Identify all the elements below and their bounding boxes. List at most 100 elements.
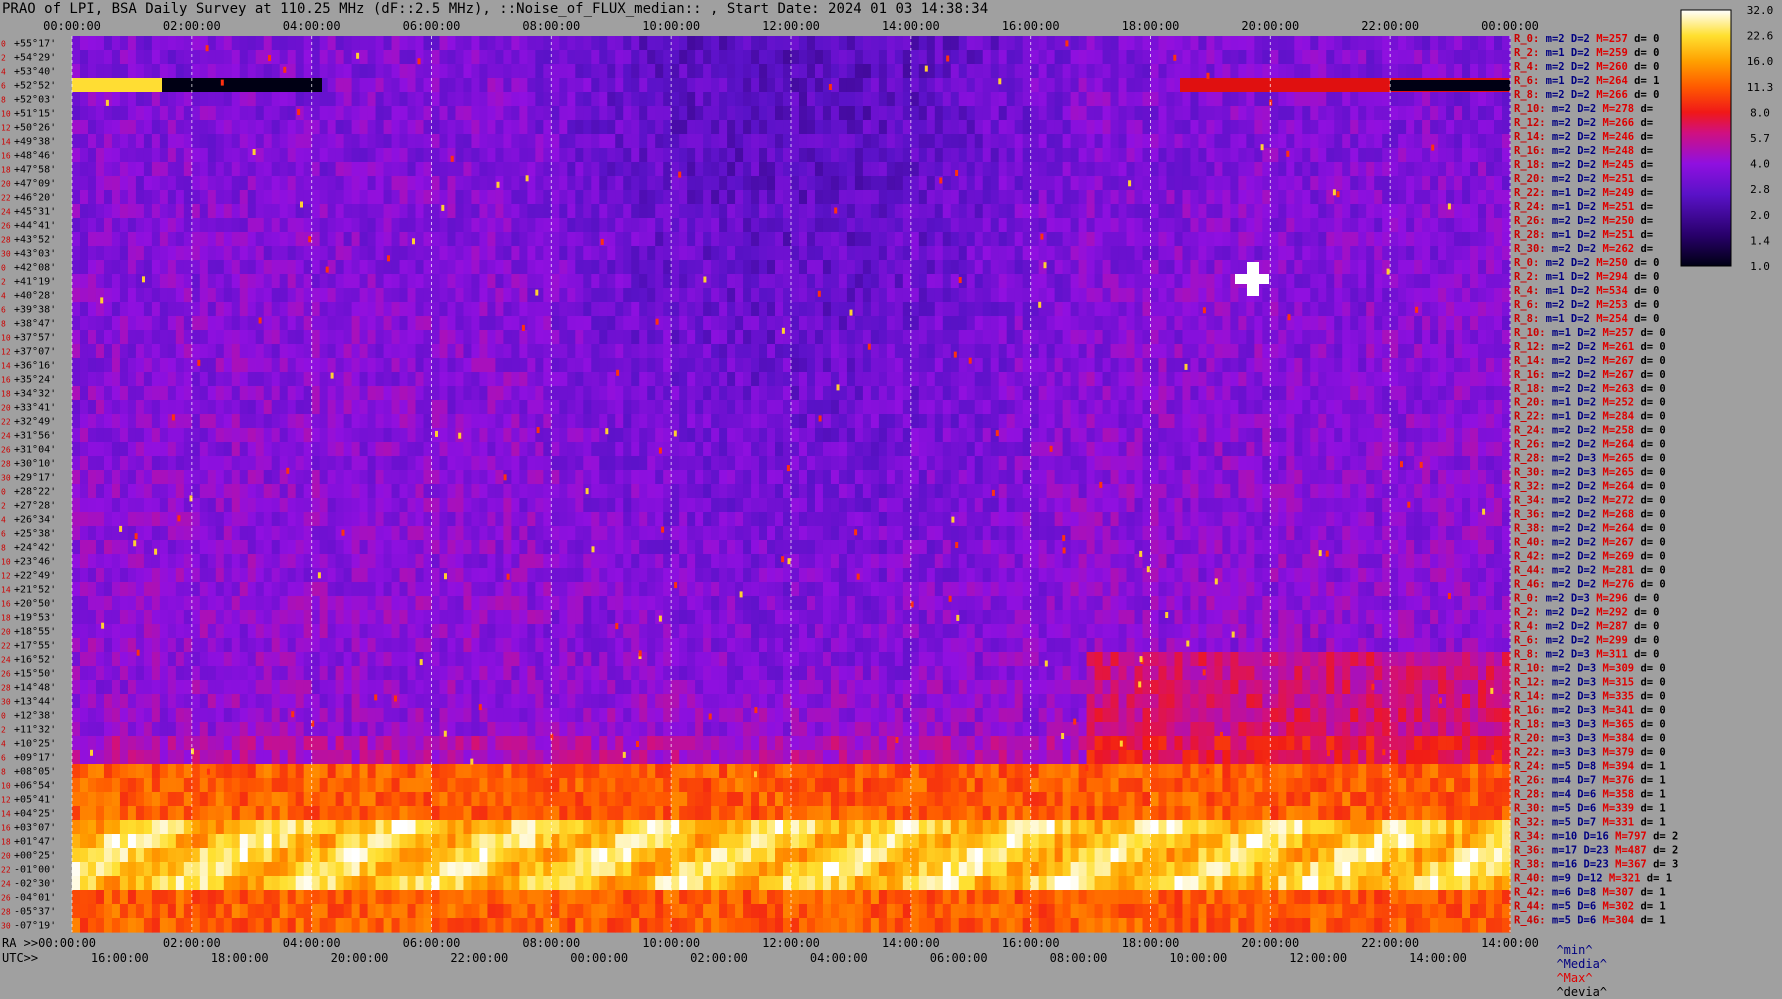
heatmap-cell xyxy=(1206,246,1216,261)
heatmap-cell xyxy=(151,330,161,345)
heatmap-cell xyxy=(1198,36,1208,51)
heatmap-cell xyxy=(1030,344,1040,359)
heatmap-cell xyxy=(151,274,161,289)
heatmap-cell xyxy=(1238,358,1247,373)
heatmap-cell xyxy=(311,330,321,345)
heatmap-cell xyxy=(263,414,273,429)
heatmap-cell xyxy=(351,106,361,121)
heatmap-cell xyxy=(1182,260,1192,275)
heatmap-cell xyxy=(351,120,361,135)
heatmap-cell xyxy=(1486,344,1495,359)
heatmap-cell xyxy=(926,358,936,373)
heatmap-cell xyxy=(671,386,680,401)
heatmap-cell xyxy=(830,316,840,331)
heatmap-cell xyxy=(998,274,1008,289)
heatmap-cell xyxy=(1286,190,1295,205)
heatmap-cell xyxy=(191,386,201,401)
heatmap-cell xyxy=(375,120,385,135)
heatmap-cell xyxy=(599,106,608,121)
heatmap-cell xyxy=(1150,400,1160,415)
heatmap-cell xyxy=(143,36,153,51)
heatmap-cell xyxy=(822,344,832,359)
heatmap-cell xyxy=(830,274,840,289)
heatmap-cell xyxy=(846,190,856,205)
heatmap-cell xyxy=(1222,120,1231,135)
heatmap-cell xyxy=(1382,232,1391,247)
heatmap-cell xyxy=(743,232,752,247)
heatmap-cell xyxy=(1102,372,1112,387)
heatmap-cell xyxy=(615,190,624,205)
heatmap-cell xyxy=(1406,190,1415,205)
heatmap-cell xyxy=(391,64,401,79)
heatmap-cell xyxy=(1206,120,1216,135)
heatmap-cell xyxy=(1214,316,1223,331)
heatmap-cell xyxy=(1262,134,1271,149)
heatmap-cell xyxy=(1142,92,1152,107)
heatmap-cell xyxy=(679,176,688,191)
heatmap-cell xyxy=(143,190,153,205)
heatmap-cell xyxy=(846,386,856,401)
heatmap-cell xyxy=(854,134,864,149)
heatmap-cell xyxy=(1374,190,1383,205)
heatmap-cell xyxy=(1406,120,1415,135)
heatmap-cell xyxy=(1382,92,1391,107)
heatmap-cell xyxy=(223,414,233,429)
heatmap-cell xyxy=(431,316,441,331)
heatmap-cell xyxy=(1134,162,1144,177)
heatmap-cell xyxy=(950,372,960,387)
heatmap-cell xyxy=(1390,260,1399,275)
heatmap-cell xyxy=(647,92,656,107)
heatmap-cell xyxy=(1150,330,1160,345)
heatmap-cell xyxy=(918,302,928,317)
heatmap-cell xyxy=(391,162,401,177)
heatmap-cell xyxy=(1374,330,1383,345)
heatmap-cell xyxy=(1134,260,1144,275)
heatmap-cell xyxy=(878,414,888,429)
heatmap-cell xyxy=(974,176,984,191)
heatmap-cell xyxy=(1318,260,1327,275)
heatmap-cell xyxy=(1118,162,1128,177)
heatmap-cell xyxy=(918,204,928,219)
heatmap-cell xyxy=(631,246,640,261)
heatmap-cell xyxy=(798,120,808,135)
heatmap-cell xyxy=(343,36,353,51)
heatmap-cell xyxy=(910,302,920,317)
heatmap-cell xyxy=(886,204,896,219)
heatmap-cell xyxy=(1150,218,1160,233)
heatmap-cell xyxy=(878,204,888,219)
heatmap-cell xyxy=(279,218,289,233)
heatmap-cell xyxy=(231,162,241,177)
heatmap-cell xyxy=(655,358,664,373)
heatmap-cell xyxy=(1350,36,1359,51)
heatmap-cell xyxy=(990,148,1000,163)
heatmap-cell xyxy=(359,204,369,219)
heatmap-cell xyxy=(1414,64,1423,79)
heatmap-cell xyxy=(1094,232,1104,247)
heatmap-cell xyxy=(319,64,329,79)
heatmap-cell xyxy=(1038,218,1048,233)
heatmap-cell xyxy=(535,162,544,177)
heatmap-cell xyxy=(1390,316,1399,331)
heatmap-cell xyxy=(455,274,465,289)
heatmap-cell xyxy=(719,92,728,107)
heatmap-cell xyxy=(1446,302,1455,317)
heatmap-cell xyxy=(575,400,584,415)
heatmap-cell xyxy=(1326,316,1335,331)
heatmap-cell xyxy=(974,344,984,359)
heatmap-cell xyxy=(1270,400,1279,415)
heatmap-cell xyxy=(1086,92,1096,107)
heatmap-cell xyxy=(1246,246,1255,261)
heatmap-cell xyxy=(1390,358,1399,373)
heatmap-cell xyxy=(1414,260,1423,275)
heatmap-cell xyxy=(87,330,97,345)
heatmap-cell xyxy=(1454,120,1463,135)
heatmap-cell xyxy=(175,414,185,429)
heatmap-cell xyxy=(1358,330,1367,345)
heatmap-cell xyxy=(559,190,568,205)
heatmap-cell xyxy=(1366,344,1375,359)
heatmap-cell xyxy=(239,288,249,303)
heatmap-cell xyxy=(1334,92,1343,107)
heatmap-cell xyxy=(399,64,409,79)
heatmap-cell xyxy=(1078,36,1088,51)
heatmap-cell xyxy=(711,204,720,219)
